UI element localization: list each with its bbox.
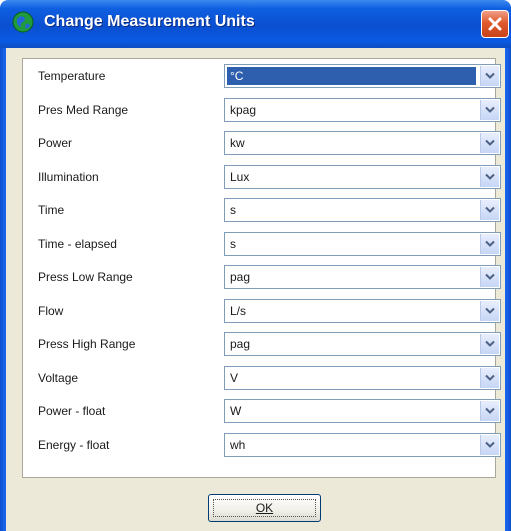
window-frame-right: [505, 48, 511, 531]
unit-label-time: Time: [38, 203, 65, 217]
unit-select-value: s: [230, 203, 236, 217]
unit-select-power-float[interactable]: W: [224, 399, 501, 423]
chevron-down-icon[interactable]: [480, 301, 499, 321]
unit-select-voltage[interactable]: V: [224, 366, 501, 390]
chevron-down-icon[interactable]: [480, 100, 499, 120]
unit-label-press-low-range: Press Low Range: [38, 270, 133, 284]
unit-select-value: pag: [230, 270, 251, 284]
unit-label-time-elapsed: Time - elapsed: [38, 237, 117, 251]
unit-select-temperature[interactable]: °C: [224, 64, 501, 88]
unit-select-value: °C: [227, 67, 476, 85]
chevron-down-icon[interactable]: [480, 368, 499, 388]
unit-label-pres-med-range: Pres Med Range: [38, 103, 129, 117]
unit-select-time[interactable]: s: [224, 198, 501, 222]
unit-select-value: s: [230, 237, 236, 251]
chevron-down-icon[interactable]: [480, 234, 499, 254]
unit-select-pres-med-range[interactable]: kpag: [224, 98, 501, 122]
ok-button-label: OK: [255, 501, 274, 515]
unit-select-press-low-range[interactable]: pag: [224, 265, 501, 289]
unit-select-value: Lux: [230, 170, 250, 184]
chevron-down-icon[interactable]: [480, 267, 499, 287]
change-units-dialog: Change Measurement Units Temperature °C Pr…: [0, 0, 511, 531]
chevron-down-icon[interactable]: [480, 133, 499, 153]
unit-select-time-elapsed[interactable]: s: [224, 232, 501, 256]
unit-label-voltage: Voltage: [38, 371, 79, 385]
unit-select-illumination[interactable]: Lux: [224, 165, 501, 189]
unit-label-flow: Flow: [38, 304, 64, 318]
unit-select-power[interactable]: kw: [224, 131, 501, 155]
unit-select-value: V: [230, 371, 239, 385]
chevron-down-icon[interactable]: [480, 66, 499, 86]
globe-icon: [12, 11, 34, 33]
unit-label-power: Power: [38, 136, 73, 150]
unit-label-temperature: Temperature: [38, 69, 106, 83]
close-button[interactable]: [481, 10, 509, 38]
chevron-down-icon[interactable]: [480, 401, 499, 421]
unit-select-flow[interactable]: L/s: [224, 299, 501, 323]
unit-select-energy-float[interactable]: wh: [224, 433, 501, 457]
unit-select-value: L/s: [230, 304, 247, 318]
unit-select-value: kw: [230, 136, 245, 150]
ok-button[interactable]: OK: [208, 494, 321, 522]
unit-label-power-float: Power - float: [38, 404, 106, 418]
unit-select-value: W: [230, 404, 242, 418]
chevron-down-icon[interactable]: [480, 334, 499, 354]
unit-label-press-high-range: Press High Range: [38, 337, 136, 351]
chevron-down-icon[interactable]: [480, 167, 499, 187]
unit-select-value: pag: [230, 337, 251, 351]
chevron-down-icon[interactable]: [480, 200, 499, 220]
title-bar[interactable]: Change Measurement Units: [0, 0, 511, 48]
unit-label-illumination: Illumination: [38, 170, 99, 184]
unit-select-value: kpag: [230, 103, 257, 117]
unit-select-press-high-range[interactable]: pag: [224, 332, 501, 356]
window-title: Change Measurement Units: [44, 13, 255, 30]
chevron-down-icon[interactable]: [480, 435, 499, 455]
unit-select-value: wh: [230, 438, 246, 452]
unit-label-energy-float: Energy - float: [38, 438, 110, 452]
